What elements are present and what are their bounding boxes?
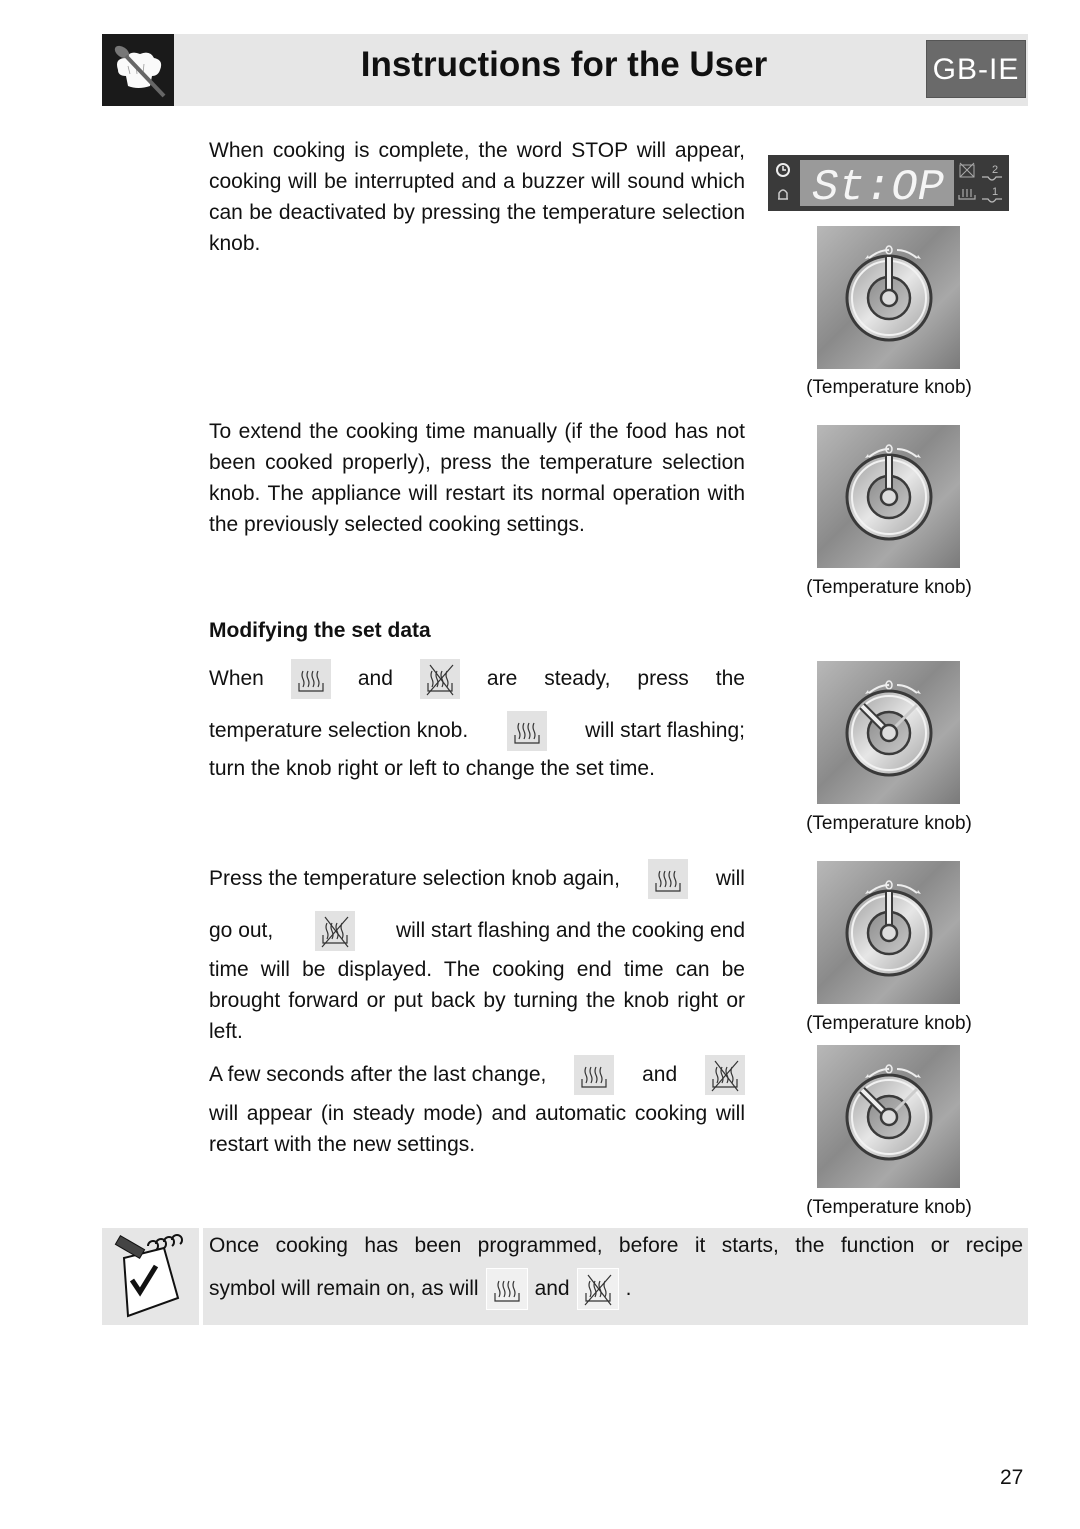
text: temperature selection knob. bbox=[209, 719, 469, 742]
text: will start flashing; bbox=[585, 719, 745, 742]
page-number: 27 bbox=[1000, 1466, 1024, 1489]
stop-paragraph: When cooking is complete, the word STOP … bbox=[209, 139, 745, 255]
knob-caption: (Temperature knob) bbox=[806, 1013, 972, 1034]
text: are bbox=[486, 667, 518, 690]
text: A few seconds after the last change, bbox=[209, 1063, 547, 1086]
section-heading: Modifying the set data bbox=[209, 619, 431, 642]
text: and bbox=[534, 1277, 570, 1300]
modify-p2-line-2: go out, will start flashing and the cook… bbox=[209, 911, 745, 951]
svg-text:2: 2 bbox=[992, 164, 998, 176]
heat-symbol-icon bbox=[506, 711, 547, 751]
modify-line-3: turn the knob right or left to change th… bbox=[209, 757, 655, 780]
note-line-1: Once cooking has been programmed, before… bbox=[209, 1234, 1023, 1258]
text: symbol will remain on, as will bbox=[209, 1277, 479, 1300]
no-heat-icon bbox=[959, 162, 975, 178]
temperature-knob-image bbox=[815, 859, 962, 1006]
text: When bbox=[209, 667, 264, 690]
oven-display: St:OP 2 1 bbox=[768, 155, 1009, 213]
text: . bbox=[625, 1277, 632, 1300]
knob-caption: (Temperature knob) bbox=[806, 813, 972, 834]
heat-symbol-icon bbox=[290, 659, 331, 699]
knob-caption: (Temperature knob) bbox=[806, 1197, 972, 1218]
heat-symbol-icon bbox=[485, 1268, 528, 1310]
language-badge: GB-IE bbox=[926, 40, 1026, 98]
knob-caption: (Temperature knob) bbox=[806, 377, 972, 398]
no-heat-symbol-icon bbox=[576, 1268, 619, 1310]
modify-line-1: When and are steady, press the bbox=[209, 659, 745, 699]
no-heat-symbol-icon bbox=[419, 659, 460, 699]
text: steady, bbox=[544, 667, 611, 690]
display-readout: St:OP bbox=[812, 163, 944, 211]
modify-line-2: temperature selection knob. will start f… bbox=[209, 711, 745, 751]
knob-caption: (Temperature knob) bbox=[806, 577, 972, 598]
temperature-knob-image bbox=[815, 224, 962, 371]
modify-p3-line-1: A few seconds after the last change, and bbox=[209, 1055, 745, 1095]
level-2-icon: 2 bbox=[982, 164, 1002, 181]
note-line-2: symbol will remain on, as will and . bbox=[209, 1268, 631, 1310]
text: and bbox=[642, 1063, 678, 1086]
heat-symbol-icon bbox=[574, 1055, 615, 1095]
clock-icon bbox=[776, 163, 790, 177]
text: Press the temperature selection knob aga… bbox=[209, 867, 620, 890]
notepad-check-icon bbox=[102, 1228, 203, 1325]
heat-symbol-icon bbox=[647, 859, 688, 899]
text: will start flashing and the cooking end bbox=[395, 919, 745, 942]
temperature-knob-image bbox=[815, 423, 962, 570]
chef-hat-spoon-icon bbox=[102, 34, 174, 106]
text: and bbox=[357, 667, 393, 690]
modify-p2-rest: time will be displayed. The cooking end … bbox=[209, 958, 745, 1043]
level-1-icon: 1 bbox=[982, 186, 1002, 203]
extend-paragraph: To extend the cooking time manually (if … bbox=[209, 420, 745, 536]
bell-icon bbox=[778, 189, 788, 200]
text: Once cooking has been programmed, before… bbox=[209, 1234, 1023, 1257]
temperature-knob-image bbox=[815, 1043, 962, 1190]
no-heat-symbol-icon bbox=[705, 1055, 745, 1095]
modify-p2-line-1: Press the temperature selection knob aga… bbox=[209, 859, 745, 899]
modify-p3-rest: will appear (in steady mode) and automat… bbox=[209, 1102, 745, 1156]
no-heat-symbol-icon bbox=[314, 911, 355, 951]
text: will bbox=[715, 867, 745, 890]
svg-text:1: 1 bbox=[992, 186, 998, 198]
page-title: Instructions for the User bbox=[360, 45, 768, 84]
text: press bbox=[637, 667, 689, 690]
heat-icon bbox=[958, 189, 976, 200]
text: the bbox=[715, 667, 745, 690]
text: go out, bbox=[209, 919, 274, 942]
temperature-knob-image bbox=[815, 659, 962, 806]
